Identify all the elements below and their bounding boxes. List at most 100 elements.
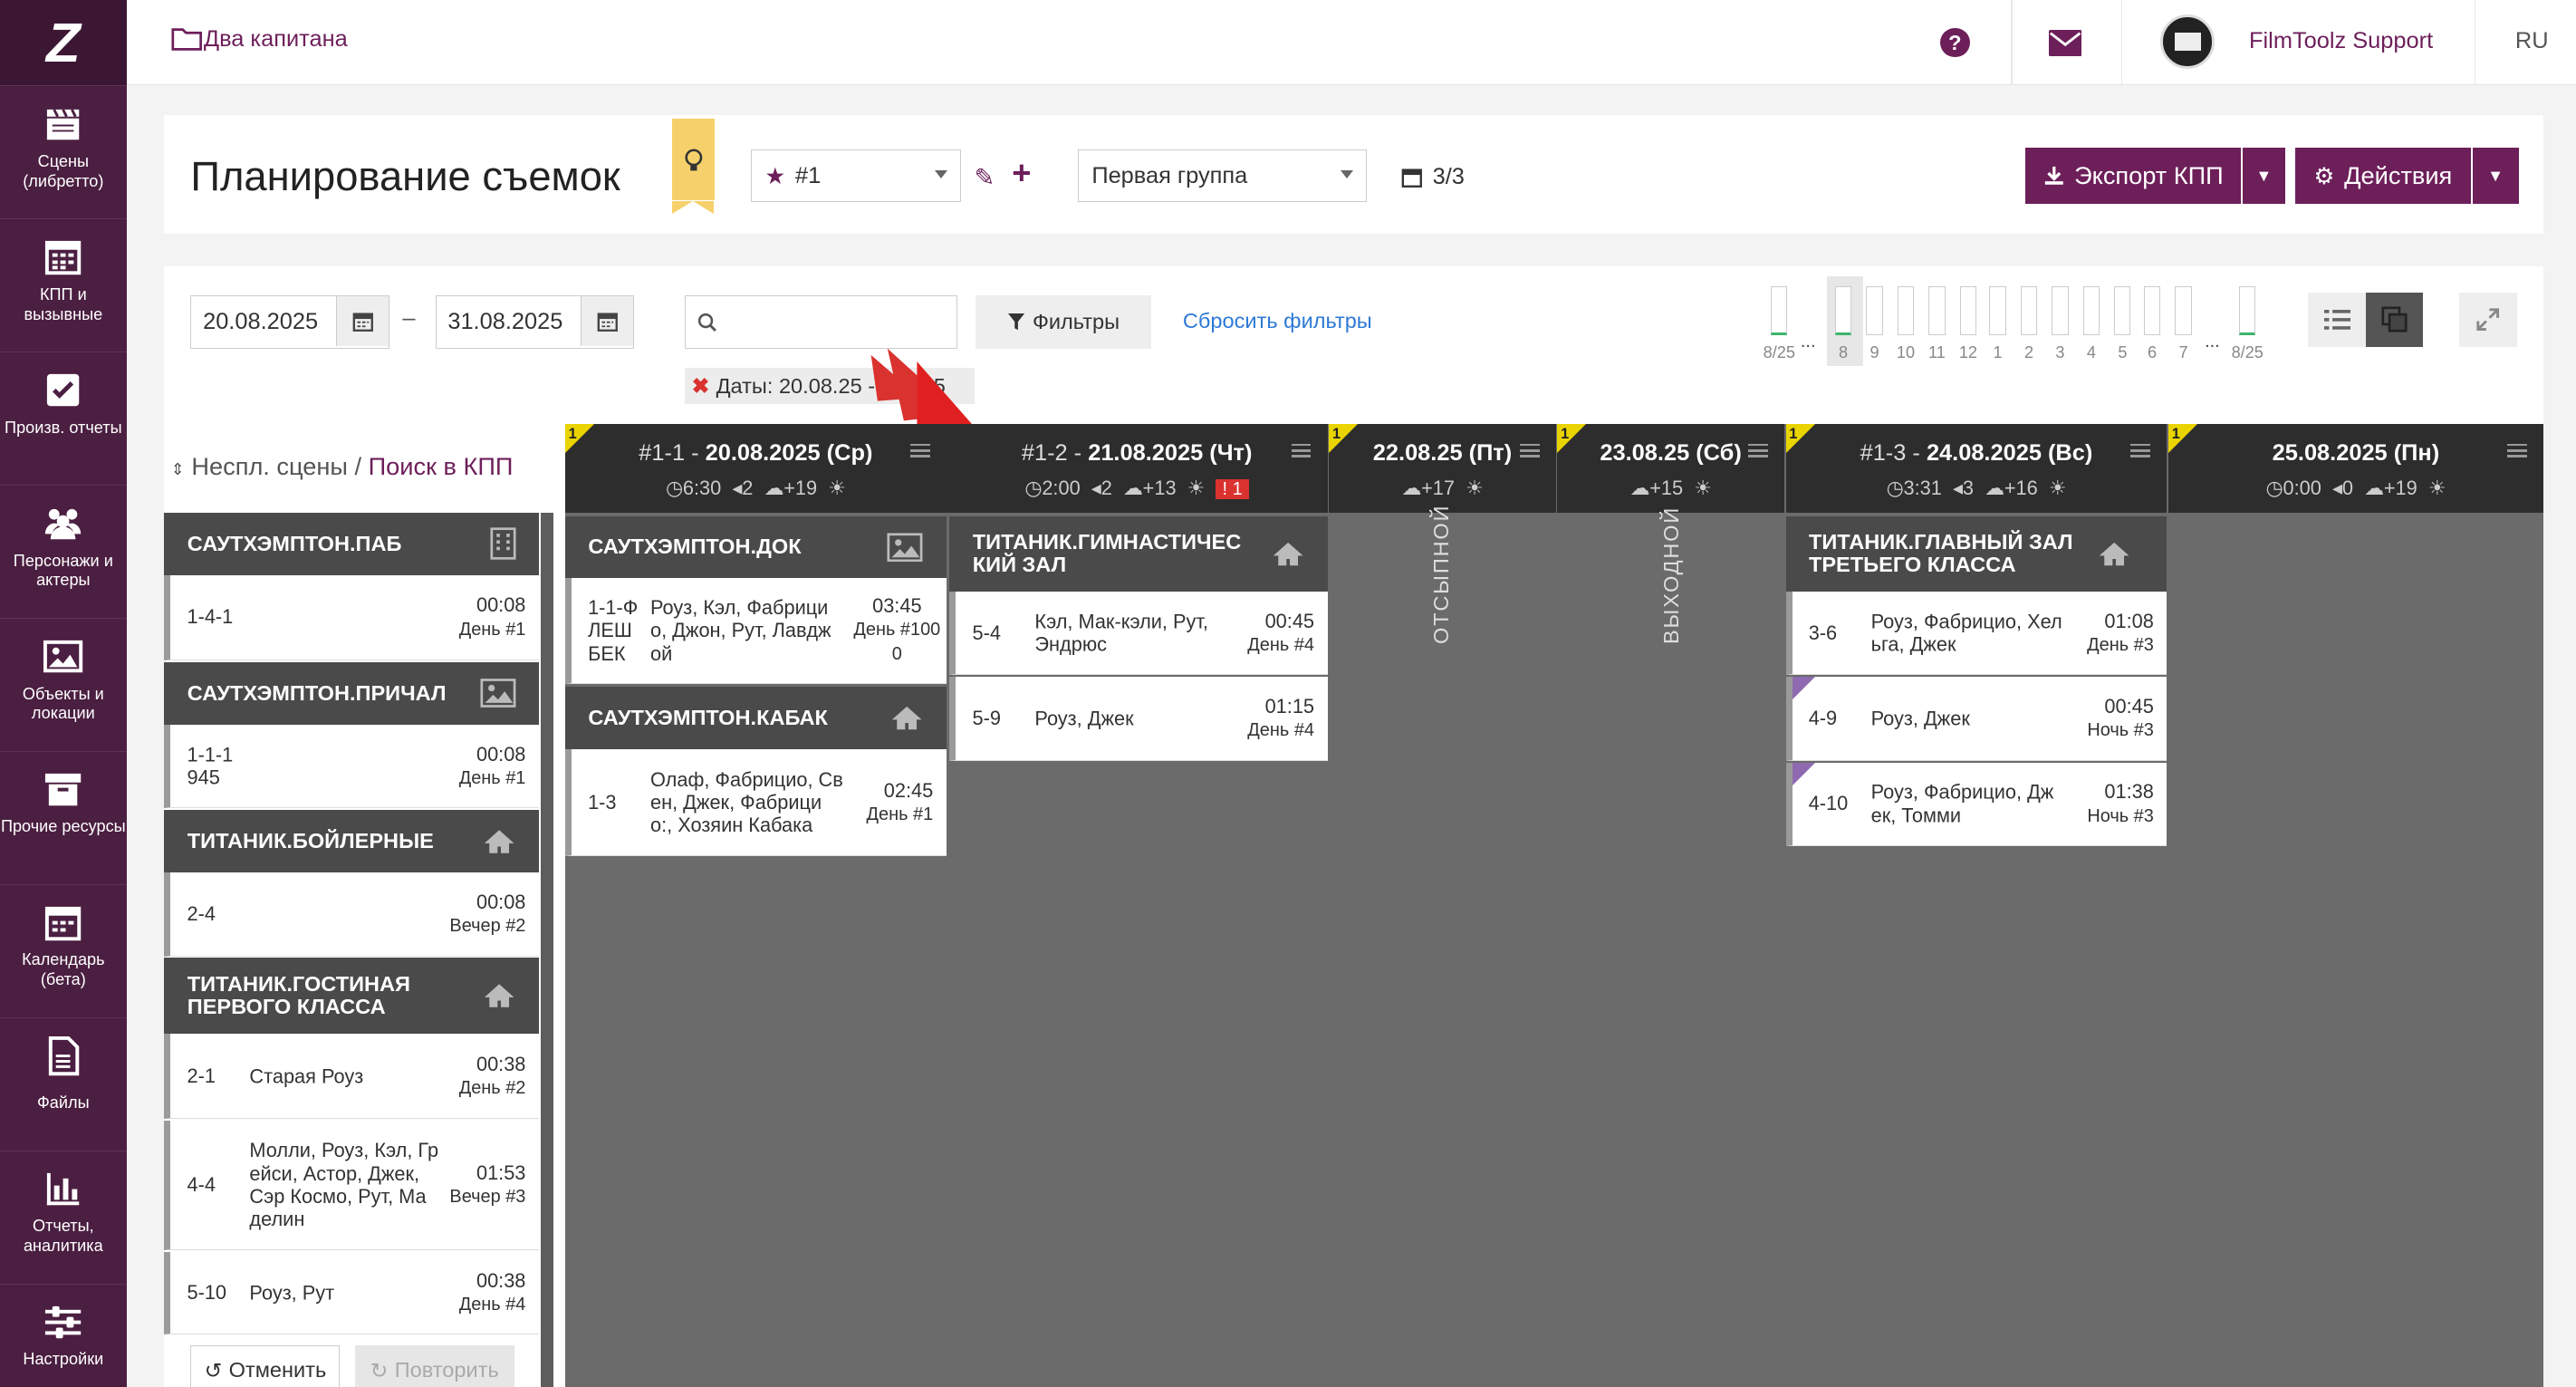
- redo-button[interactable]: ↻ Повторить: [354, 1345, 514, 1387]
- avatar[interactable]: [2160, 14, 2215, 70]
- date-to-input[interactable]: 31.08.2025: [435, 295, 635, 349]
- day-menu-icon[interactable]: [2506, 440, 2527, 461]
- undo-button[interactable]: ↺ Отменить: [190, 1345, 341, 1387]
- scene-card[interactable]: 1-3 Олаф, Фабрицио, Св ен, Джек, Фабрици…: [564, 749, 947, 856]
- mail-icon[interactable]: [2048, 29, 2082, 56]
- nav-scenes[interactable]: Сцены (либретто): [0, 85, 127, 218]
- search-input[interactable]: [685, 295, 958, 349]
- timeline-next-day[interactable]: [2239, 285, 2256, 335]
- location-header[interactable]: САУТХЭМПТОН.ДОК: [564, 515, 947, 579]
- calendar-icon[interactable]: [335, 296, 389, 346]
- scene-card[interactable]: 5-9 Роуз, Джек 01:15 День #4: [949, 677, 1328, 761]
- day-menu-icon[interactable]: [1519, 440, 1540, 461]
- timeline-day[interactable]: [1989, 285, 2006, 335]
- nav-kpp[interactable]: КПП и вызывные: [0, 218, 127, 352]
- timeline-day[interactable]: [1834, 285, 1852, 335]
- nav-characters[interactable]: Персонажи и актеры: [0, 485, 127, 618]
- day-menu-icon[interactable]: [1747, 440, 1768, 461]
- location-header[interactable]: САУТХЭМПТОН.ПРИЧАЛ: [164, 661, 539, 725]
- day-menu-icon[interactable]: [1291, 440, 1312, 461]
- timeline-right-label: 8/25: [2231, 343, 2264, 362]
- export-dropdown[interactable]: ▼: [2242, 148, 2285, 204]
- scene-number: 5-10: [187, 1280, 227, 1304]
- user-name[interactable]: FilmToolz Support: [2249, 28, 2433, 54]
- help-icon[interactable]: ?: [1940, 27, 1970, 58]
- timeline-day[interactable]: [1928, 285, 1946, 335]
- date-from-input[interactable]: 20.08.2025: [190, 295, 389, 349]
- project-link[interactable]: Два капитана: [171, 26, 348, 53]
- scene-characters: Роуз, Фабрицио, Хел ьга, Джек: [1870, 610, 2062, 656]
- alert-badge[interactable]: ! 1: [1216, 478, 1249, 499]
- list-view-button[interactable]: [2308, 292, 2366, 347]
- day-header[interactable]: 1 #1-3 - 24.08.2025 (Вс) ◷3:31 ◂3 ☁+16 ☀: [1785, 423, 2167, 513]
- nav-analytics[interactable]: Отчеты, аналитика: [0, 1150, 127, 1284]
- edit-pencil-icon[interactable]: ✎: [975, 163, 995, 192]
- location-header[interactable]: САУТХЭМПТОН.ПАБ: [164, 512, 539, 575]
- filters-button[interactable]: Фильтры: [976, 295, 1152, 349]
- timeline-day-label: 4: [2086, 343, 2096, 362]
- app-logo[interactable]: Z: [0, 0, 127, 86]
- actions-dropdown[interactable]: ▼: [2472, 148, 2519, 204]
- nav-calendar[interactable]: Календарь (бета): [0, 883, 127, 1017]
- scene-card[interactable]: 4-10 Роуз, Фабрицио, Дж ек, Томми 01:38 Н…: [1785, 762, 2167, 847]
- timeline-day[interactable]: [2114, 285, 2131, 335]
- scene-card[interactable]: 5-10 Роуз, Рут 00:38 День #4: [164, 1252, 539, 1334]
- nav-reports[interactable]: Произв. отчеты: [0, 352, 127, 485]
- day-header[interactable]: 1 #1-1 - 20.08.2025 (Ср) ◷6:30 ◂2 ☁+19 ☀: [564, 423, 947, 513]
- location-header[interactable]: ТИТАНИК.ГИМНАСТИЧЕС КИЙ ЗАЛ: [949, 515, 1328, 592]
- nav-settings[interactable]: Настройки: [0, 1283, 127, 1387]
- day-header[interactable]: 1 22.08.25 (Пт) ☁+17 ☀: [1329, 423, 1556, 513]
- day-menu-icon[interactable]: [2130, 440, 2151, 461]
- version-select[interactable]: ★ #1: [750, 149, 962, 203]
- timeline-prev-day[interactable]: [1771, 285, 1788, 335]
- reset-filters-link[interactable]: Сбросить фильтры: [1183, 309, 1372, 333]
- megaphone-icon: ◂: [2331, 476, 2342, 499]
- timeline-day[interactable]: [2082, 285, 2100, 335]
- export-button[interactable]: Экспорт КПП: [2025, 148, 2241, 204]
- location-header[interactable]: ТИТАНИК.БОЙЛЕРНЫЕ: [164, 810, 539, 873]
- language-switch[interactable]: RU: [2515, 28, 2549, 54]
- search-kpp-link[interactable]: Поиск в КПП: [369, 452, 514, 480]
- fullscreen-button[interactable]: [2459, 292, 2517, 347]
- day-header[interactable]: 1 23.08.25 (Сб) ☁+15 ☀: [1557, 423, 1784, 513]
- timeline-day[interactable]: [2020, 285, 2038, 335]
- scene-card[interactable]: 2-1 Старая Роуз 00:38 День #2: [164, 1033, 539, 1120]
- location-header[interactable]: ТИТАНИК.ГЛАВНЫЙ ЗАЛ ТРЕТЬЕГО КЛАССА: [1785, 515, 2167, 592]
- scene-card[interactable]: 1-4-1 00:08 День #1: [164, 574, 539, 661]
- scene-card[interactable]: 1-1-1 945 00:08 День #1: [164, 724, 539, 809]
- board-view-button[interactable]: [2365, 292, 2424, 347]
- scene-card[interactable]: 1-1-Ф ЛЕШ БЕК Роуз, Кэл, Фабрици о, Джон…: [564, 578, 947, 684]
- day-header[interactable]: #1-2 - 21.08.2025 (Чт) ◷2:00 ◂2 ☁+13 ☀ !…: [946, 423, 1328, 513]
- scene-card[interactable]: 2-4 00:08 Вечер #2: [164, 872, 539, 957]
- day-menu-icon[interactable]: [909, 440, 930, 461]
- actions-button[interactable]: ⚙ Действия: [2294, 148, 2471, 204]
- sunrise-icon: ☀: [1187, 476, 1206, 499]
- scene-card[interactable]: 3-6 Роуз, Фабрицио, Хел ьга, Джек 01:08 Д…: [1785, 591, 2167, 676]
- location-name: ТИТАНИК.ГОСТИНАЯ ПЕРВОГО КЛАССА: [187, 971, 410, 1019]
- location-header[interactable]: ТИТАНИК.ГОСТИНАЯ ПЕРВОГО КЛАССА: [164, 958, 539, 1034]
- tip-bookmark[interactable]: [671, 118, 715, 214]
- nav-resources[interactable]: Прочие ресурсы: [0, 750, 127, 884]
- timeline-day[interactable]: [2175, 285, 2192, 335]
- panel-scrollbar[interactable]: [540, 512, 554, 1387]
- add-plus-icon[interactable]: +: [1012, 154, 1031, 192]
- scene-duration: 00:08: [476, 593, 526, 617]
- filter-icon: [1007, 313, 1024, 331]
- location-header[interactable]: САУТХЭМПТОН.КАБАК: [564, 687, 947, 750]
- bar-chart-icon: [47, 1172, 80, 1206]
- nav-locations[interactable]: Объекты и локации: [0, 617, 127, 751]
- scene-card[interactable]: 4-9 Роуз, Джек 00:45 Ночь #3: [1785, 677, 2167, 761]
- day-header[interactable]: 1 25.08.2025 (Пн) ◷0:00 ◂0 ☁+19 ☀: [2168, 423, 2543, 513]
- timeline-day[interactable]: [2052, 285, 2069, 335]
- timeline-day[interactable]: [1897, 285, 1915, 335]
- scene-card[interactable]: 5-4 Кэл, Мак-кэли, Рут, Эндрюс 00:45 День…: [949, 591, 1328, 676]
- timeline-day[interactable]: [2143, 285, 2161, 335]
- group-select[interactable]: Первая группа: [1077, 149, 1368, 203]
- remove-x-icon[interactable]: ✖: [692, 373, 710, 399]
- calendar-icon[interactable]: [581, 296, 634, 346]
- sort-icon[interactable]: ⇕: [171, 460, 185, 478]
- timeline-day[interactable]: [1866, 285, 1883, 335]
- nav-files[interactable]: Файлы: [0, 1016, 127, 1151]
- scene-card[interactable]: 4-4 Молли, Роуз, Кэл, Гр ейси, Астор, Дж…: [164, 1120, 539, 1251]
- timeline-day[interactable]: [1959, 285, 1976, 335]
